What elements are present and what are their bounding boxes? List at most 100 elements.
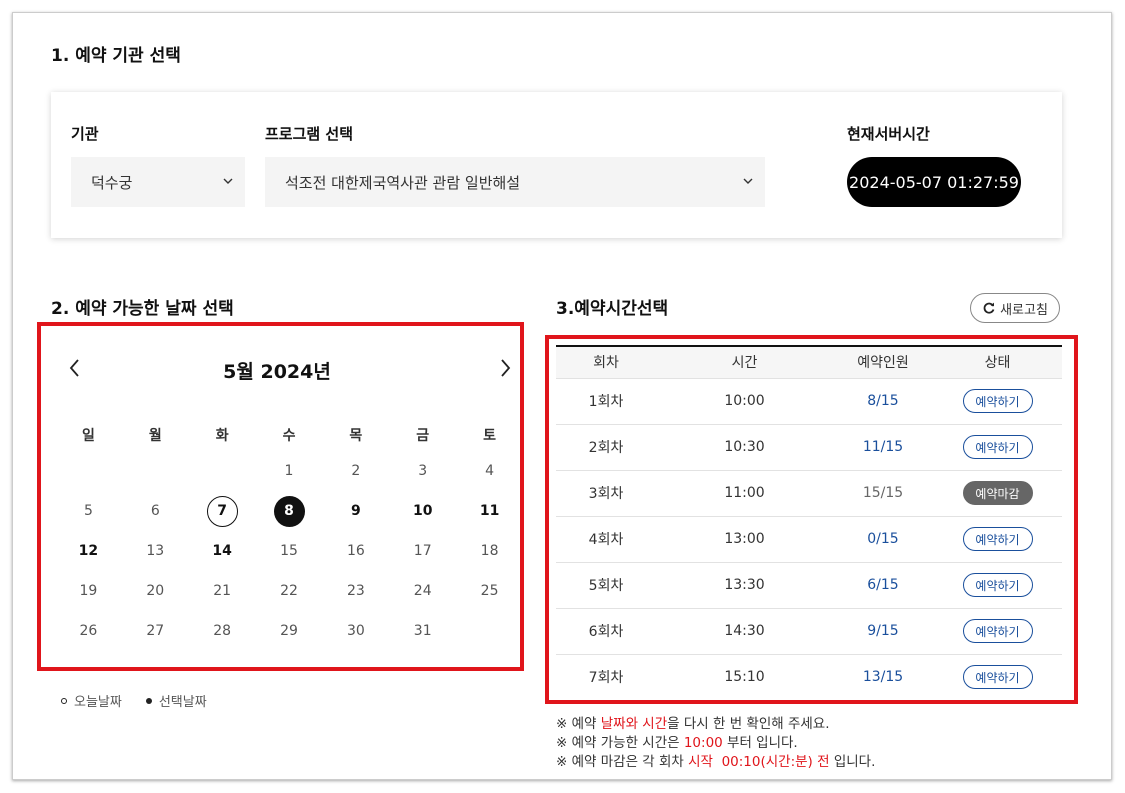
- calendar-day-20: 20: [122, 571, 189, 611]
- calendar-day-number: 27: [146, 623, 165, 639]
- calendar-week-row: 26 27 28 29 30 31: [55, 611, 523, 651]
- calendar-day-number: 11: [479, 503, 500, 519]
- legend-today-label: 오늘날짜: [74, 695, 122, 710]
- calendar-day-12[interactable]: 12: [55, 531, 122, 571]
- round-cell: 3회차: [556, 469, 656, 516]
- time-table: 회차 시간 예약인원 상태 1회차 10:00 8/15 예약하기 2회차 10:30 11…: [556, 345, 1062, 700]
- institution-select-panel: 기관 덕수궁 프로그램 선택 석조전 대한제국역사관 관람 일반해설 현재서버시…: [51, 92, 1062, 238]
- weekday-wed: 수: [282, 427, 296, 444]
- calendar-day-number: 8: [273, 495, 305, 527]
- calendar-day-number: 19: [79, 583, 98, 599]
- calendar-day-26: 26: [55, 611, 122, 651]
- calendar-day-13: 13: [122, 531, 189, 571]
- calendar-week-row: 5 6 7 8 9 10 11: [55, 491, 523, 531]
- refresh-label: 새로고침: [1000, 302, 1048, 318]
- status-cell: 예약하기: [933, 423, 1062, 470]
- note-1-highlight: 날짜와 시간: [600, 716, 668, 732]
- calendar-day-14[interactable]: 14: [189, 531, 256, 571]
- selected-dot-icon: [145, 697, 152, 704]
- time-row: 2회차 10:30 11/15 예약하기: [556, 423, 1062, 470]
- reserve-button[interactable]: 예약하기: [962, 665, 1033, 690]
- count-cell: 8/15: [833, 377, 933, 424]
- count-cell: 15/15: [833, 469, 933, 516]
- note-1: ※ 예약 날짜와 시간을 다시 한 번 확인해 주세요.: [556, 715, 875, 734]
- calendar-day-number: 7: [206, 495, 238, 527]
- time-cell: 10:30: [656, 423, 833, 470]
- calendar-empty-cell: [55, 451, 122, 491]
- calendar-day-7[interactable]: 7: [189, 491, 256, 531]
- calendar-day-number: 9: [350, 503, 361, 519]
- calendar-day-11[interactable]: 11: [456, 491, 523, 531]
- calendar-day-5: 5: [55, 491, 122, 531]
- count-cell: 13/15: [833, 653, 933, 700]
- calendar-day-21: 21: [189, 571, 256, 611]
- round-cell: 7회차: [556, 653, 656, 700]
- refresh-button[interactable]: 새로고침: [970, 293, 1060, 323]
- institution-value: 덕수궁: [91, 173, 133, 192]
- institution-select[interactable]: 덕수궁: [71, 157, 245, 207]
- calendar-day-number: 6: [150, 503, 160, 519]
- calendar-empty-cell: [189, 451, 256, 491]
- calendar-day-number: 23: [346, 583, 365, 599]
- section2-title: 2. 예약 가능한 날짜 선택: [51, 299, 234, 319]
- calendar-empty-cell: [122, 451, 189, 491]
- note-2-text-end: 부터 입니다.: [722, 735, 798, 751]
- calendar-empty-cell: [456, 611, 523, 651]
- calendar-day-number: 29: [280, 623, 298, 639]
- institution-label: 기관: [71, 125, 99, 143]
- time-row: 4회차 13:00 0/15 예약하기: [556, 515, 1062, 562]
- page-frame: 1. 예약 기관 선택 기관 덕수궁 프로그램 선택 석조전 대한제국역사관 관…: [12, 12, 1112, 780]
- calendar-day-number: 13: [146, 543, 165, 559]
- time-row: 5회차 13:30 6/15 예약하기: [556, 561, 1062, 608]
- weekday-thu: 목: [349, 427, 363, 444]
- status-cell: 예약하기: [933, 377, 1062, 424]
- count-cell: 11/15: [833, 423, 933, 470]
- calendar-day-number: 1: [284, 463, 294, 479]
- next-month-icon[interactable]: [495, 357, 515, 379]
- calendar-legend: 오늘날짜 선택날짜: [61, 691, 207, 710]
- status-cell: 예약하기: [933, 515, 1062, 562]
- calendar-day-9[interactable]: 9: [322, 491, 389, 531]
- col-count-header: 예약인원: [833, 345, 933, 378]
- calendar-day-27: 27: [122, 611, 189, 651]
- reserve-button[interactable]: 예약하기: [962, 619, 1033, 643]
- calendar-day-number: 22: [280, 583, 298, 599]
- notes: ※ 예약 날짜와 시간을 다시 한 번 확인해 주세요. ※ 예약 가능한 시간…: [556, 715, 875, 772]
- status-cell: 예약하기: [933, 653, 1062, 700]
- col-round-header: 회차: [556, 345, 656, 378]
- count-cell: 9/15: [833, 607, 933, 654]
- chevron-down-icon: [743, 178, 753, 184]
- calendar-day-6: 6: [122, 491, 189, 531]
- time-row: 3회차 11:00 15/15 예약마감: [556, 469, 1062, 516]
- server-time-badge: 2024-05-07 01:27:59: [847, 157, 1021, 207]
- calendar-day-4: 4: [456, 451, 523, 491]
- calendar-day-number: 28: [213, 623, 232, 639]
- calendar-day-number: 14: [212, 543, 232, 559]
- calendar-day-number: 5: [83, 503, 93, 519]
- program-value: 석조전 대한제국역사관 관람 일반해설: [285, 173, 521, 192]
- calendar-day-number: 2: [351, 463, 361, 479]
- calendar-week-row: 12 13 14 15 16 17 18: [55, 531, 523, 571]
- program-select[interactable]: 석조전 대한제국역사관 관람 일반해설: [265, 157, 765, 207]
- reserve-button[interactable]: 예약하기: [962, 389, 1033, 413]
- calendar-day-8[interactable]: 8: [256, 491, 323, 531]
- calendar-week-row: 19 20 21 22 23 24 25: [55, 571, 523, 611]
- calendar-day-number: 10: [412, 503, 433, 519]
- program-label: 프로그램 선택: [265, 125, 354, 143]
- calendar-day-10[interactable]: 10: [389, 491, 456, 531]
- reserve-button[interactable]: 예약하기: [962, 435, 1033, 459]
- col-status-header: 상태: [933, 345, 1062, 378]
- time-cell: 13:30: [656, 561, 833, 608]
- count-cell: 6/15: [833, 561, 933, 608]
- reserve-button[interactable]: 예약하기: [962, 573, 1033, 597]
- time-cell: 14:30: [656, 607, 833, 654]
- time-cell: 11:00: [656, 469, 833, 516]
- note-3: ※ 예약 마감은 각 회차 시작 00:10(시간:분) 전 입니다.: [556, 753, 875, 772]
- time-cell: 13:00: [656, 515, 833, 562]
- calendar-day-1: 1: [256, 451, 323, 491]
- calendar-day-30: 30: [322, 611, 389, 651]
- reserve-button[interactable]: 예약하기: [962, 527, 1033, 551]
- time-row: 1회차 10:00 8/15 예약하기: [556, 377, 1062, 424]
- section1-title: 1. 예약 기관 선택: [51, 46, 181, 66]
- time-cell: 15:10: [656, 653, 833, 700]
